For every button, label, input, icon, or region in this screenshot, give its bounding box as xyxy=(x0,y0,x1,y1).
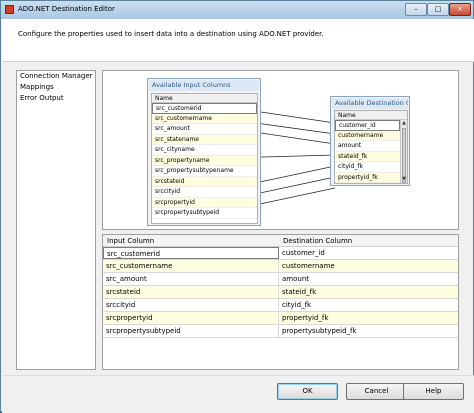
input-column-cell[interactable]: srccityid xyxy=(103,299,279,311)
table-row[interactable]: srccityid cityid_fk xyxy=(103,299,458,312)
destination-column-item[interactable]: amount xyxy=(335,141,400,152)
name-column-header[interactable]: Name xyxy=(335,111,407,120)
input-column-cell[interactable]: srcpropertysubtypeid xyxy=(103,325,279,337)
available-input-list: Name src_customerid src_customername src… xyxy=(151,93,258,224)
input-column-item[interactable]: srcpropertyid xyxy=(152,197,257,208)
scroll-down-icon[interactable]: ▼ xyxy=(401,176,407,183)
grid-header: Input Column Destination Column xyxy=(103,235,458,247)
destination-column-item[interactable]: stateid_fk xyxy=(335,151,400,162)
available-destination-list: Name customer_id customername amount sta… xyxy=(334,110,408,184)
description-text: Configure the properties used to insert … xyxy=(18,30,324,38)
nav-item-error-output[interactable]: Error Output xyxy=(20,94,64,102)
input-column-item[interactable]: srcpropertysubtypeid xyxy=(152,208,257,219)
page-nav: Connection Manager Mappings Error Output xyxy=(16,70,96,370)
table-row[interactable]: srcstateid stateid_fk xyxy=(103,286,458,299)
table-row[interactable]: src_customername customername xyxy=(103,260,458,273)
window-title: ADO.NET Destination Editor xyxy=(18,5,115,13)
destination-column-cell[interactable]: customer_id xyxy=(279,247,458,259)
scroll-up-icon[interactable]: ▲ xyxy=(401,120,407,127)
mapping-canvas: Available Input Columns Name src_custome… xyxy=(102,70,459,230)
maximize-button[interactable]: □ xyxy=(427,3,449,16)
input-column-item[interactable]: src_amount xyxy=(152,124,257,135)
name-column-header[interactable]: Name xyxy=(152,94,257,103)
table-row[interactable]: src_customerid customer_id xyxy=(103,247,458,260)
close-button[interactable]: × xyxy=(449,3,471,16)
input-column-item[interactable]: src_propertysubtypename xyxy=(152,166,257,177)
destination-column-cell[interactable]: customername xyxy=(279,260,458,272)
input-column-cell[interactable]: src_amount xyxy=(103,273,279,285)
destination-column-item[interactable]: cityid_fk xyxy=(335,162,400,173)
nav-item-mappings[interactable]: Mappings xyxy=(20,83,54,91)
destination-column-cell[interactable]: amount xyxy=(279,273,458,285)
input-column-cell[interactable]: srcstateid xyxy=(103,286,279,298)
destination-column-header[interactable]: Destination Column xyxy=(283,237,352,245)
input-column-item[interactable]: src_propertyname xyxy=(152,155,257,166)
nav-item-connection-manager[interactable]: Connection Manager xyxy=(20,72,93,80)
available-input-columns-box[interactable]: Available Input Columns Name src_custome… xyxy=(147,78,261,226)
destination-scrollbar[interactable]: ▲ ▼ xyxy=(400,120,407,183)
app-icon xyxy=(5,5,14,14)
table-row[interactable]: srcpropertysubtypeid propertysubtypeid_f… xyxy=(103,325,458,338)
mappings-grid: Input Column Destination Column src_cust… xyxy=(102,234,459,370)
input-column-item[interactable]: src_cityname xyxy=(152,145,257,156)
destination-column-item[interactable]: propertyid_fk xyxy=(335,172,400,183)
help-button[interactable]: Help xyxy=(403,383,464,400)
input-column-cell[interactable]: src_customerid xyxy=(103,247,279,259)
destination-column-cell[interactable]: propertyid_fk xyxy=(279,312,458,324)
destination-column-item[interactable]: customer_id xyxy=(335,120,400,131)
input-column-header[interactable]: Input Column xyxy=(107,237,154,245)
destination-column-cell[interactable]: stateid_fk xyxy=(279,286,458,298)
input-column-item[interactable]: srccityid xyxy=(152,187,257,198)
destination-column-cell[interactable]: cityid_fk xyxy=(279,299,458,311)
input-column-cell[interactable]: srcpropertyid xyxy=(103,312,279,324)
ok-button[interactable]: OK xyxy=(277,383,338,400)
input-column-cell[interactable]: src_customername xyxy=(103,260,279,272)
table-row[interactable]: srcpropertyid propertyid_fk xyxy=(103,312,458,325)
minimize-button[interactable]: – xyxy=(405,3,427,16)
destination-column-item[interactable]: customername xyxy=(335,130,400,141)
destination-column-cell[interactable]: propertysubtypeid_fk xyxy=(279,325,458,337)
input-column-item[interactable]: src_statename xyxy=(152,134,257,145)
input-column-item[interactable]: src_customername xyxy=(152,113,257,124)
table-row[interactable]: src_amount amount xyxy=(103,273,458,286)
available-destination-title: Available Destination C... xyxy=(332,98,408,109)
scroll-thumb[interactable] xyxy=(402,128,406,183)
editor-window: ADO.NET Destination Editor – □ × Configu… xyxy=(0,0,474,413)
input-column-item[interactable]: src_customerid xyxy=(152,103,257,114)
input-column-item[interactable]: srcstateid xyxy=(152,176,257,187)
title-bar[interactable]: ADO.NET Destination Editor – □ × xyxy=(1,1,473,19)
header-panel: Configure the properties used to insert … xyxy=(2,19,474,62)
cancel-button[interactable]: Cancel xyxy=(346,383,407,400)
available-input-title: Available Input Columns xyxy=(149,80,259,91)
available-destination-columns-box[interactable]: Available Destination C... Name customer… xyxy=(330,96,410,186)
